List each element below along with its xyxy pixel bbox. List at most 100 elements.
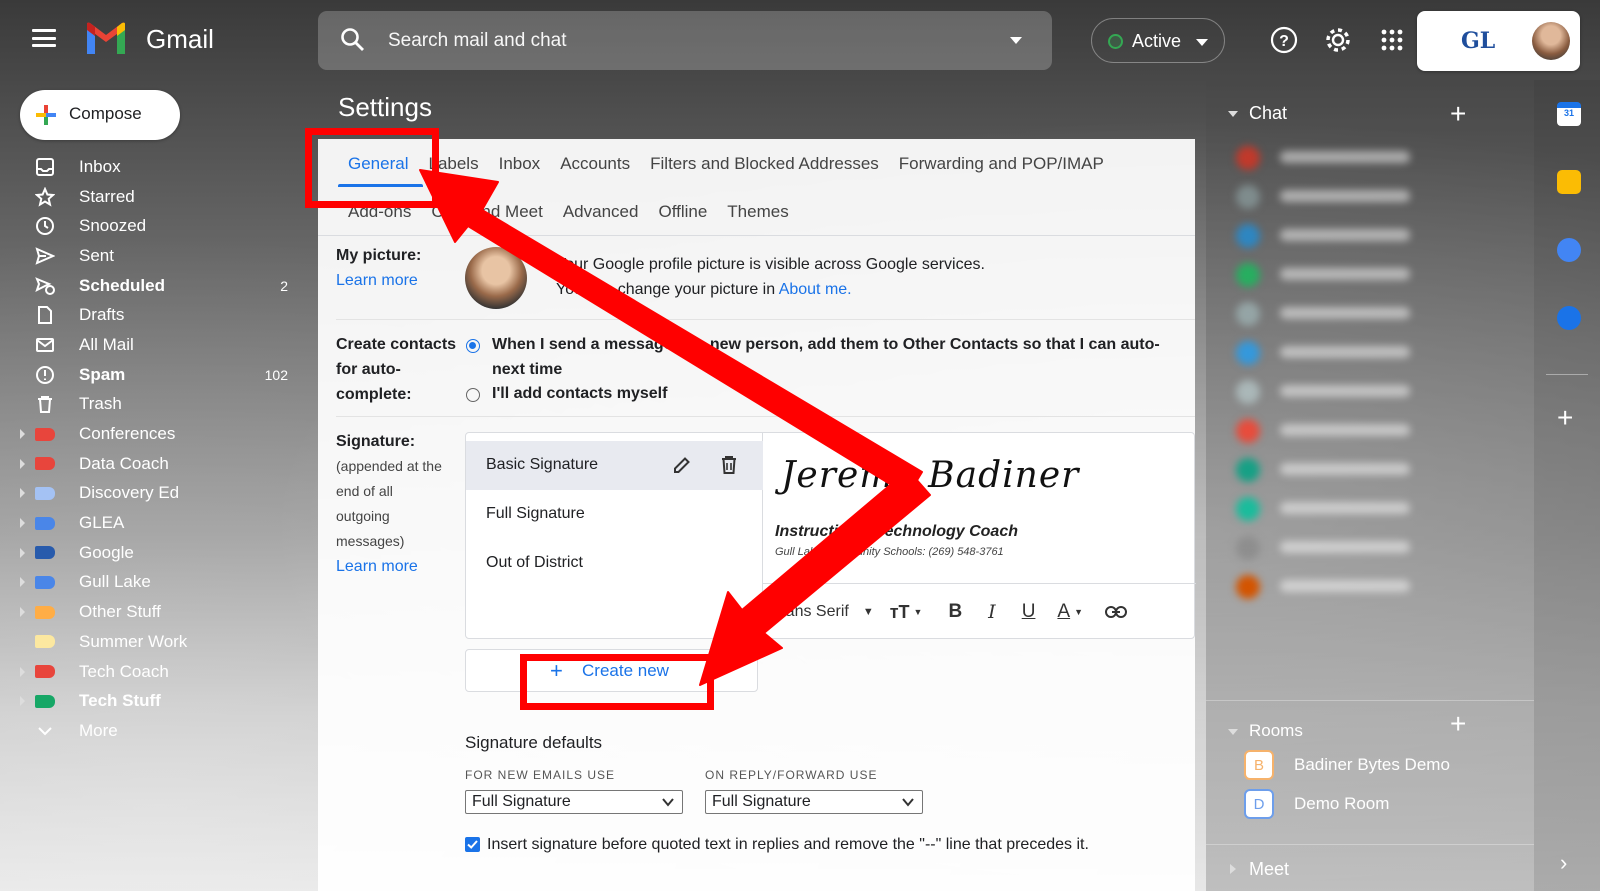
- search-input[interactable]: Search mail and chat: [388, 30, 567, 52]
- sidebar-item-other-stuff[interactable]: Other Stuff: [0, 597, 300, 627]
- tab-offline[interactable]: Offline: [658, 202, 707, 222]
- expand-arrow-icon[interactable]: [20, 666, 25, 677]
- sidebar-item-tech-coach[interactable]: Tech Coach: [0, 657, 300, 687]
- signature-item-basic[interactable]: Basic Signature: [466, 441, 763, 490]
- gmail-logo[interactable]: [84, 22, 128, 56]
- signature-item-out-of-district[interactable]: Out of District: [466, 539, 763, 588]
- collapse-icon[interactable]: [1228, 111, 1238, 117]
- chat-contact-item[interactable]: [1236, 458, 1436, 482]
- show-side-panel-icon[interactable]: ›: [1560, 850, 1567, 876]
- expand-arrow-icon[interactable]: [20, 547, 25, 558]
- tab-themes[interactable]: Themes: [727, 202, 788, 222]
- signature-item-full[interactable]: Full Signature: [466, 490, 763, 539]
- manual-contacts-option[interactable]: I'll add contacts myself: [492, 381, 667, 406]
- chat-contact-item[interactable]: [1236, 575, 1436, 599]
- tasks-icon[interactable]: [1557, 238, 1581, 262]
- signature-learn-more-link[interactable]: Learn more: [336, 554, 442, 579]
- chat-contact-item[interactable]: [1236, 302, 1436, 326]
- room-name[interactable]: Demo Room: [1294, 794, 1389, 814]
- expand-arrow-icon[interactable]: [20, 696, 25, 707]
- expand-arrow-icon[interactable]: [20, 488, 25, 499]
- italic-icon[interactable]: I: [988, 601, 996, 623]
- expand-arrow-icon[interactable]: [20, 518, 25, 529]
- sidebar-item-scheduled[interactable]: Scheduled 2: [0, 271, 300, 301]
- insert-signature-checkbox[interactable]: [465, 837, 480, 852]
- new-chat-plus-icon[interactable]: +: [1450, 98, 1466, 130]
- apps-grid-icon[interactable]: [1381, 29, 1403, 51]
- expand-arrow-icon[interactable]: [20, 577, 25, 588]
- keep-icon[interactable]: [1557, 170, 1581, 194]
- tab-forwarding-and-pop-imap[interactable]: Forwarding and POP/IMAP: [899, 154, 1104, 174]
- room-avatar[interactable]: D: [1244, 789, 1274, 819]
- new-emails-signature-select[interactable]: Full Signature: [465, 790, 683, 814]
- manual-contacts-radio[interactable]: [466, 388, 480, 402]
- sidebar-item-more[interactable]: More: [0, 716, 300, 746]
- help-icon[interactable]: ?: [1270, 26, 1298, 54]
- chat-contact-item[interactable]: [1236, 380, 1436, 404]
- sidebar-item-drafts[interactable]: Drafts: [0, 300, 300, 330]
- chat-contact-item[interactable]: [1236, 263, 1436, 287]
- tab-accounts[interactable]: Accounts: [560, 154, 630, 174]
- signature-preview[interactable]: Jeremy Badiner Instructional Technology …: [763, 433, 1196, 583]
- expand-icon[interactable]: [1230, 864, 1236, 874]
- about-me-link[interactable]: About me.: [779, 281, 852, 298]
- chevron-down-icon[interactable]: ▼: [914, 607, 923, 617]
- chat-contact-item[interactable]: [1236, 185, 1436, 209]
- room-name[interactable]: Badiner Bytes Demo: [1294, 755, 1450, 775]
- expand-arrow-icon[interactable]: [20, 607, 25, 618]
- calendar-icon[interactable]: 31: [1557, 102, 1581, 126]
- search-options-icon[interactable]: [1010, 37, 1022, 44]
- collapse-icon[interactable]: [1228, 729, 1238, 735]
- sidebar-item-tech-stuff[interactable]: Tech Stuff: [0, 686, 300, 716]
- search-bar[interactable]: Search mail and chat: [318, 11, 1052, 70]
- sidebar-item-discovery-ed[interactable]: Discovery Ed: [0, 479, 300, 509]
- add-addon-plus-icon[interactable]: +: [1557, 402, 1573, 434]
- delete-trash-icon[interactable]: [720, 455, 738, 475]
- tab-chat-and-meet[interactable]: Chat and Meet: [431, 202, 543, 222]
- chat-contact-item[interactable]: [1236, 536, 1436, 560]
- text-color-icon[interactable]: A: [1057, 601, 1070, 623]
- my-picture-learn-more-link[interactable]: Learn more: [336, 268, 421, 293]
- main-menu-icon[interactable]: [32, 29, 56, 47]
- chat-contact-item[interactable]: [1236, 419, 1436, 443]
- sidebar-item-sent[interactable]: Sent: [0, 241, 300, 271]
- search-icon[interactable]: [340, 27, 366, 53]
- expand-arrow-icon[interactable]: [20, 429, 25, 440]
- sidebar-item-summer-work[interactable]: Summer Work: [0, 627, 300, 657]
- new-room-plus-icon[interactable]: +: [1450, 708, 1466, 740]
- compose-button[interactable]: Compose: [20, 90, 180, 140]
- sidebar-item-trash[interactable]: Trash: [0, 390, 300, 420]
- account-panel[interactable]: GL: [1417, 11, 1580, 71]
- expand-arrow-icon[interactable]: [20, 458, 25, 469]
- edit-pencil-icon[interactable]: [672, 455, 692, 475]
- status-chip[interactable]: Active: [1091, 18, 1225, 63]
- chat-contact-item[interactable]: [1236, 224, 1436, 248]
- underline-icon[interactable]: U: [1022, 601, 1036, 623]
- bold-icon[interactable]: B: [948, 601, 962, 623]
- font-family-select[interactable]: Sans Serif: [775, 603, 849, 621]
- sidebar-item-starred[interactable]: Starred: [0, 182, 300, 212]
- sidebar-item-gull-lake[interactable]: Gull Lake: [0, 568, 300, 598]
- chat-contact-item[interactable]: [1236, 146, 1436, 170]
- sidebar-item-google[interactable]: Google: [0, 538, 300, 568]
- auto-add-contacts-radio[interactable]: [466, 339, 480, 353]
- settings-gear-icon[interactable]: [1324, 26, 1352, 54]
- chevron-down-icon[interactable]: ▼: [1074, 607, 1083, 617]
- sidebar-item-inbox[interactable]: Inbox: [0, 152, 300, 182]
- tab-inbox[interactable]: Inbox: [499, 154, 541, 174]
- font-size-icon[interactable]: тT: [890, 602, 910, 623]
- avatar[interactable]: [1532, 22, 1570, 60]
- chevron-down-icon[interactable]: ▼: [863, 606, 874, 618]
- reply-forward-signature-select[interactable]: Full Signature: [705, 790, 923, 814]
- chat-contact-item[interactable]: [1236, 341, 1436, 365]
- sidebar-item-data-coach[interactable]: Data Coach: [0, 449, 300, 479]
- chat-contact-item[interactable]: [1236, 497, 1436, 521]
- sidebar-item-conferences[interactable]: Conferences: [0, 419, 300, 449]
- sidebar-item-glea[interactable]: GLEA: [0, 508, 300, 538]
- contacts-icon[interactable]: [1557, 306, 1581, 330]
- auto-add-contacts-option[interactable]: When I send a message to a new person, a…: [492, 332, 1160, 382]
- sidebar-item-spam[interactable]: Spam 102: [0, 360, 300, 390]
- tab-filters-and-blocked-addresses[interactable]: Filters and Blocked Addresses: [650, 154, 879, 174]
- room-avatar[interactable]: B: [1244, 750, 1274, 780]
- profile-picture[interactable]: [465, 247, 527, 309]
